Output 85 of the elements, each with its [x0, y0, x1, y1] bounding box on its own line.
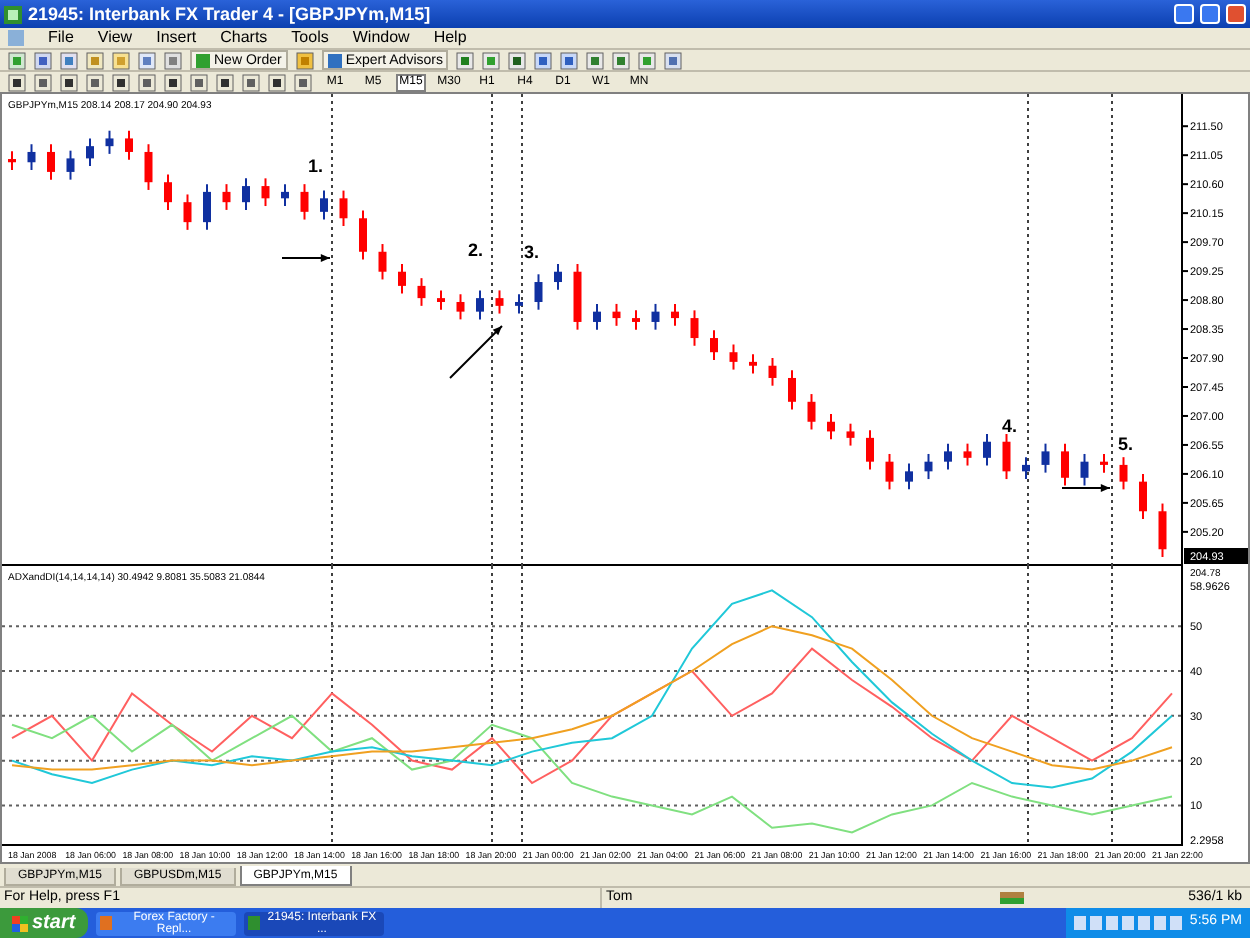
menu-item[interactable]: File [48, 30, 74, 46]
candle [495, 289, 504, 315]
arrow-drawing [449, 325, 503, 379]
candle [573, 263, 582, 331]
candle [437, 289, 445, 311]
candle [125, 129, 133, 161]
candle [983, 433, 991, 467]
annotation-label: 1. [308, 156, 324, 176]
candle [1119, 456, 1128, 491]
candle [924, 452, 933, 481]
maximize-button[interactable] [1200, 4, 1220, 24]
candle [47, 143, 55, 181]
candle [144, 143, 153, 191]
candle [222, 183, 231, 211]
arrow-drawing [281, 254, 331, 262]
candle [768, 357, 777, 387]
app-icon [247, 916, 261, 930]
candle [710, 329, 718, 361]
candle [690, 309, 699, 347]
candle [1100, 452, 1108, 474]
candle [788, 369, 796, 411]
candle [242, 177, 250, 211]
menu-item[interactable]: Tools [291, 30, 329, 46]
candle [339, 189, 348, 227]
app-icon [99, 916, 113, 930]
candle [632, 309, 640, 331]
candle [300, 183, 309, 221]
candle [1022, 456, 1030, 481]
candle [807, 393, 816, 431]
candle [612, 302, 621, 327]
minimize-button[interactable] [1174, 4, 1194, 24]
candle [378, 243, 387, 281]
menu-item[interactable]: Insert [156, 30, 197, 46]
menu-item[interactable]: Help [433, 30, 467, 46]
annotation-label: 5. [1118, 434, 1134, 454]
candle [164, 173, 172, 211]
menu-item[interactable]: Window [352, 30, 410, 46]
candle [866, 429, 874, 471]
candle [554, 263, 562, 291]
candle [593, 302, 601, 331]
candle [359, 209, 367, 261]
candle [944, 442, 952, 471]
candle [651, 302, 660, 331]
candle [417, 277, 426, 307]
candle [885, 452, 894, 491]
candle [203, 183, 211, 231]
candle [86, 137, 94, 168]
candle [1158, 502, 1167, 558]
candle [1061, 442, 1069, 487]
candle [27, 143, 36, 171]
candle [261, 177, 270, 208]
flag-icon [12, 915, 28, 931]
close-button[interactable] [1226, 4, 1246, 24]
start-button[interactable]: start [0, 908, 88, 938]
window-title: 21945: Interbank FX Trader 4 - [GBPJPYm,M15] [28, 5, 431, 23]
candle [398, 263, 406, 295]
candle [749, 353, 757, 375]
candle [534, 273, 543, 311]
candle [963, 442, 972, 467]
menu-item[interactable]: Charts [220, 30, 268, 46]
candle [456, 293, 465, 321]
arrow-drawing [1061, 484, 1111, 492]
connection-icon [1000, 892, 1024, 904]
annotation-label: 4. [1002, 416, 1018, 436]
candle [281, 183, 289, 208]
candle [827, 413, 835, 441]
candle [671, 302, 679, 327]
candle [66, 149, 75, 181]
candle [846, 422, 855, 447]
candle [1041, 442, 1050, 474]
candle [105, 129, 114, 155]
candle [1080, 452, 1089, 487]
candle [183, 193, 192, 231]
candle [8, 150, 16, 171]
candle [476, 289, 484, 321]
menu-item[interactable]: View [97, 30, 133, 46]
candle [729, 343, 738, 371]
candle [515, 293, 523, 315]
candle [320, 189, 328, 221]
annotation-label: 2. [468, 240, 484, 260]
candle [1002, 433, 1011, 481]
candle [1139, 472, 1147, 520]
annotation-label: 3. [524, 242, 540, 262]
app-icon [4, 5, 22, 23]
candle [905, 462, 913, 491]
